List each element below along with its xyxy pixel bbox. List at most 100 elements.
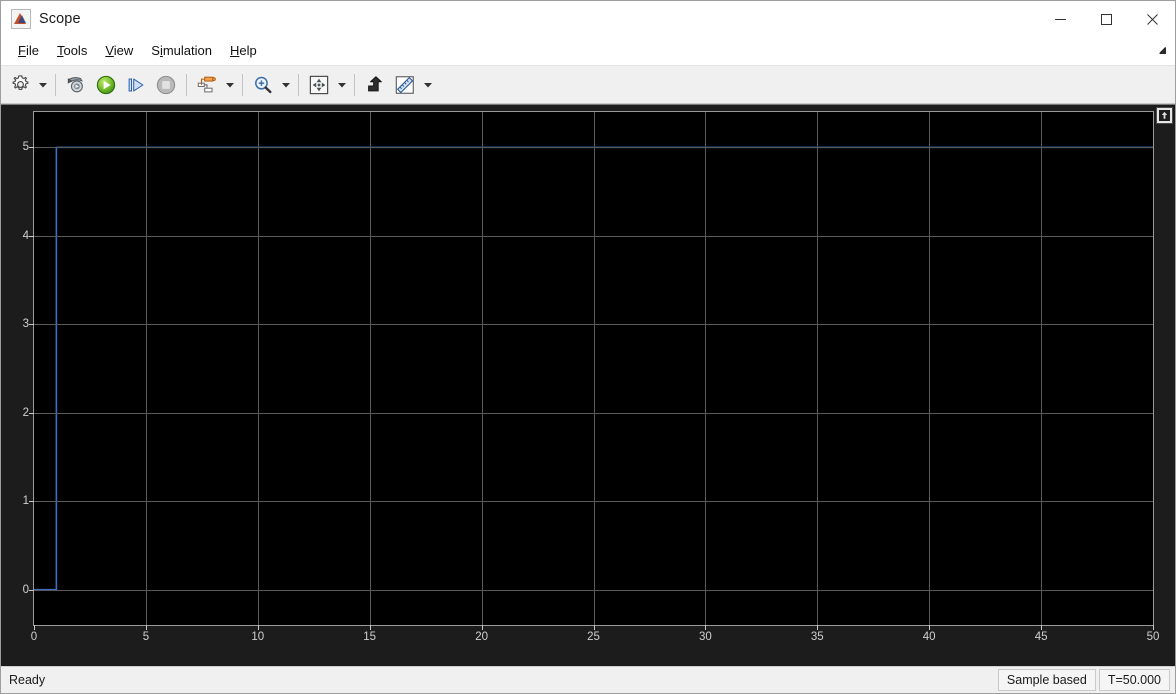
menu-file-rest: ile <box>25 43 39 58</box>
menu-file[interactable]: File <box>9 39 48 62</box>
signal-selection-dropdown[interactable] <box>222 70 237 100</box>
menu-bar: File Tools View Simulation Help <box>1 37 1175 65</box>
x-tick-mark <box>369 625 371 630</box>
minimize-button[interactable] <box>1037 1 1083 37</box>
matlab-icon <box>11 9 31 29</box>
x-tick-label: 50 <box>1146 631 1160 643</box>
x-tick-label: 15 <box>363 631 377 643</box>
status-ready-text: Ready <box>9 673 46 687</box>
x-tick-mark <box>145 625 147 630</box>
gridline-horizontal <box>34 235 1153 237</box>
y-tick-mark <box>29 147 34 149</box>
status-bar: Ready Sample based T=50.000 <box>1 666 1175 693</box>
menu-help-mnemonic: H <box>229 43 240 58</box>
y-tick-mark <box>29 412 34 414</box>
y-tick-label: 2 <box>22 406 29 419</box>
signal-selection-button[interactable] <box>192 70 222 100</box>
rewind-run-icon <box>67 76 83 92</box>
chevron-down-icon <box>423 82 432 87</box>
run-button[interactable] <box>91 70 121 100</box>
toolbar-separator-2 <box>186 73 187 96</box>
menu-tools[interactable]: Tools <box>48 39 96 62</box>
gridline-horizontal <box>34 589 1153 591</box>
chevron-down-icon <box>225 82 234 87</box>
style-arrow-icon <box>368 75 382 91</box>
style-button[interactable] <box>360 70 390 100</box>
y-tick-label: 1 <box>22 495 29 508</box>
close-button[interactable] <box>1129 1 1175 37</box>
menu-help-rest: elp <box>239 43 257 58</box>
stop-button[interactable] <box>151 70 181 100</box>
autoscale-button[interactable] <box>304 70 334 100</box>
close-icon <box>1146 13 1158 25</box>
x-tick-mark <box>705 625 707 630</box>
autoscale-arrows-icon <box>309 75 329 94</box>
autoscale-dropdown[interactable] <box>334 70 349 100</box>
x-tick-label: 20 <box>475 631 488 643</box>
chevron-down-icon <box>337 82 346 87</box>
title-bar-left: Scope <box>1 9 81 29</box>
signal-blocks-icon <box>197 76 216 92</box>
step-forward-button[interactable] <box>121 70 151 100</box>
y-tick-label: 3 <box>22 318 29 331</box>
configuration-properties-button[interactable] <box>5 70 35 100</box>
title-bar: Scope <box>1 1 1175 37</box>
menu-simulation[interactable]: Simulation <box>142 39 221 62</box>
gear-icon <box>12 75 28 90</box>
chevron-down-icon <box>38 82 47 87</box>
zoom-in-dropdown[interactable] <box>278 70 293 100</box>
gridline-vertical <box>1041 112 1043 625</box>
x-tick-label: 25 <box>587 631 600 643</box>
y-tick-mark <box>29 324 34 326</box>
x-tick-label: 40 <box>922 631 936 643</box>
gridline-vertical <box>929 112 931 625</box>
y-tick-mark <box>29 589 34 591</box>
gridline-vertical <box>145 112 147 625</box>
measurements-button[interactable] <box>390 70 420 100</box>
stop-icon <box>156 75 176 94</box>
menu-view[interactable]: View <box>96 39 142 62</box>
menu-file-mnemonic: F <box>18 43 26 58</box>
configuration-properties-dropdown[interactable] <box>35 70 50 100</box>
toolbar-separator-3 <box>242 73 243 96</box>
toolbar <box>1 65 1175 104</box>
menu-simulation-rest: mulation <box>162 43 212 58</box>
minimize-icon <box>1054 18 1066 20</box>
scope-plot-area[interactable]: 0 5 10 15 20 25 30 35 40 45 50 0 1 2 3 4 5 <box>1 104 1175 666</box>
x-tick-mark <box>481 625 483 630</box>
plot-inner: 0 5 10 15 20 25 30 35 40 45 50 0 1 2 3 4 5 <box>1 105 1175 666</box>
gridline-vertical <box>257 112 259 625</box>
menu-view-rest: iew <box>113 43 134 58</box>
menu-simulation-pre: S <box>151 43 160 58</box>
gridline-vertical <box>481 112 483 625</box>
gridline-vertical <box>817 112 819 625</box>
gridline-horizontal <box>34 324 1153 326</box>
maximize-button[interactable] <box>1083 1 1129 37</box>
zoom-in-magnifier-icon <box>255 76 272 93</box>
expand-axes-icon <box>1159 110 1170 121</box>
menu-help[interactable]: Help <box>221 39 266 62</box>
zoom-in-button[interactable] <box>248 70 278 100</box>
plot-axes[interactable]: 0 5 10 15 20 25 30 35 40 45 50 0 1 2 3 4 5 <box>23 111 1159 643</box>
menu-tools-rest: ools <box>63 43 88 58</box>
expand-axes-button[interactable] <box>1156 107 1173 124</box>
y-tick-label: 4 <box>22 229 29 242</box>
undock-arrow-icon[interactable] <box>1153 42 1169 58</box>
y-tick-mark <box>29 501 34 503</box>
menu-view-mnemonic: V <box>105 43 114 58</box>
window-title: Scope <box>39 11 81 27</box>
x-tick-mark <box>1041 625 1043 630</box>
measurements-dropdown[interactable] <box>420 70 435 100</box>
chevron-down-icon <box>281 82 290 87</box>
x-tick-label: 45 <box>1034 631 1048 643</box>
y-tick-label: 5 <box>22 141 29 154</box>
x-tick-label: 35 <box>810 631 824 643</box>
x-tick-mark <box>257 625 259 630</box>
gridline-vertical <box>369 112 371 625</box>
x-tick-mark <box>593 625 595 630</box>
scope-window: Scope File Tools View Simulation Help 0 … <box>0 0 1176 694</box>
x-tick-label: 10 <box>251 631 265 643</box>
run-back-to-start-button[interactable] <box>61 70 91 100</box>
x-tick-mark <box>929 625 931 630</box>
gridline-vertical <box>705 112 707 625</box>
